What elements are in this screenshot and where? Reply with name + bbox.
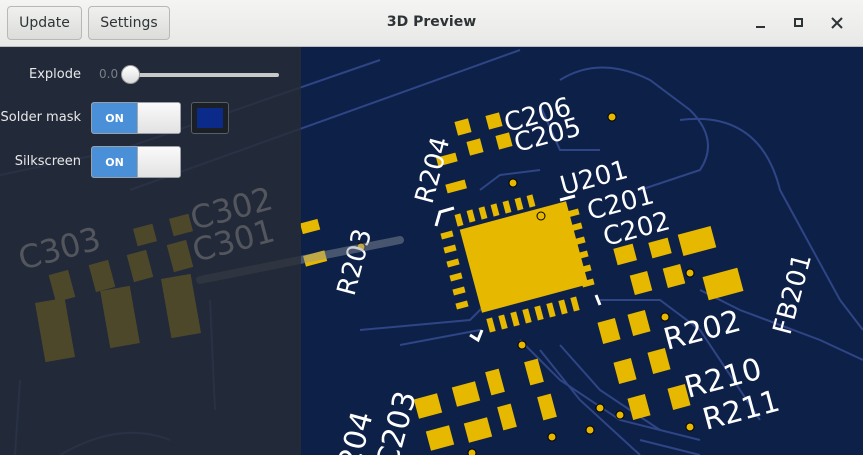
solder-mask-color-button[interactable] bbox=[191, 102, 229, 134]
solder-mask-toggle[interactable]: ON bbox=[91, 102, 181, 134]
solder-mask-label: Solder mask bbox=[0, 110, 81, 125]
explode-value: 0.0 bbox=[99, 67, 119, 81]
explode-slider-handle[interactable] bbox=[121, 65, 140, 84]
solder-mask-toggle-state: ON bbox=[92, 103, 137, 133]
silkscreen-label: Silkscreen bbox=[14, 154, 81, 169]
silkscreen-toggle[interactable]: ON bbox=[91, 146, 181, 178]
title-bar: Update Settings 3D Preview bbox=[0, 0, 863, 47]
maximize-icon bbox=[794, 18, 803, 27]
explode-slider-track[interactable] bbox=[130, 73, 279, 77]
solder-mask-color-swatch bbox=[197, 108, 223, 128]
close-icon bbox=[831, 17, 843, 29]
silkscreen-toggle-knob bbox=[137, 147, 180, 177]
solder-mask-toggle-knob bbox=[137, 103, 180, 133]
minimize-button[interactable] bbox=[750, 12, 772, 34]
view-options-panel: Explode 0.0 Solder mask ON Silkscreen ON bbox=[0, 47, 301, 455]
silkscreen-toggle-state: ON bbox=[92, 147, 137, 177]
minimize-icon bbox=[756, 26, 765, 28]
maximize-button[interactable] bbox=[788, 12, 810, 34]
window-title: 3D Preview bbox=[386, 14, 477, 30]
explode-label: Explode bbox=[29, 67, 81, 82]
close-button[interactable] bbox=[826, 12, 848, 34]
